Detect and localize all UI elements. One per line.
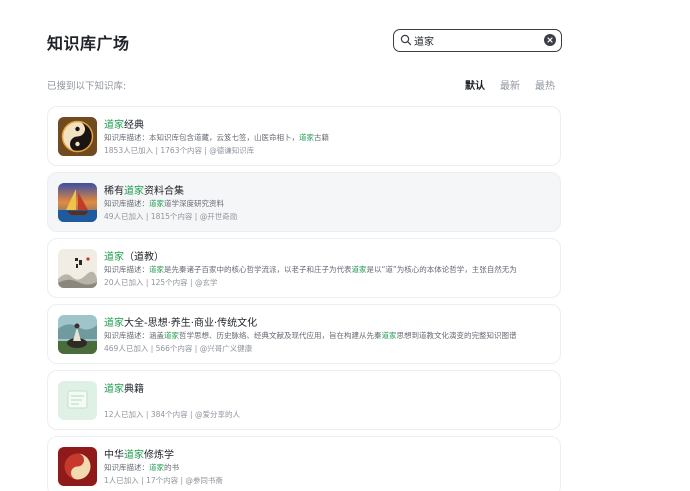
sort-newest[interactable]: 最新	[500, 77, 520, 92]
kb-title: 道家大全-思想·养生·商业·传统文化	[104, 314, 257, 329]
kb-title: 中华道家修炼学	[104, 446, 174, 461]
keyword-highlight: 道家	[351, 265, 367, 274]
kb-description: 知识库描述：本知识库包含道藏，云笈七签，山医命相卜，道家古籍	[104, 132, 329, 143]
sailboat-icon	[58, 183, 97, 222]
text-segment: 古籍	[314, 133, 329, 142]
text-segment: 知识库描述：	[104, 265, 149, 274]
keyword-highlight: 道家	[381, 331, 397, 340]
text-segment: 知识库描述：	[104, 199, 149, 208]
kb-card[interactable]: 道家典籍 12人已加入 | 384个内容 | @爱分享的人	[47, 370, 561, 430]
keyword-highlight: 道家	[164, 331, 179, 340]
text-segment: 知识库描述：涵盖	[104, 331, 164, 340]
text-segment: 的书	[164, 463, 179, 472]
sage-on-ox-icon	[58, 315, 97, 354]
text-segment: 是以“道”为核心的本体论哲学，主张自然无为	[366, 265, 517, 274]
kb-description: 知识库描述：道家道学深度研究资料	[104, 198, 224, 209]
text-segment: 是先秦诸子百家中的核心哲学流派，以老子和庄子为代表	[164, 265, 352, 274]
kb-title: 稀有道家资料合集	[104, 182, 184, 197]
red-taiji-icon	[58, 447, 97, 486]
keyword-highlight: 道家	[149, 463, 164, 472]
knowledge-square-page: 知识库广场 已搜到以下知识库: 默认 最新 最热	[0, 0, 690, 491]
search-input[interactable]	[414, 32, 534, 49]
kb-meta: 469人已加入 | 566个内容 | @兴哥广义健康	[104, 344, 253, 353]
sort-default[interactable]: 默认	[465, 77, 485, 92]
kb-title: 道家经典	[104, 116, 144, 131]
text-segment: 思想到道教文化演变的完整知识图谱	[396, 331, 517, 340]
text-segment: 知识库描述：	[104, 463, 149, 472]
sort-hottest[interactable]: 最热	[535, 77, 555, 92]
text-segment: （道教）	[124, 252, 164, 263]
text-segment: 大全-思想·养生·商业·传统文化	[124, 318, 258, 329]
kb-description: 知识库描述：道家的书	[104, 462, 179, 473]
kb-meta: 20人已加入 | 125个内容 | @玄学	[104, 278, 218, 287]
text-segment: 哲学思想、历史脉络、经典文献及现代应用，旨在构建从先秦	[179, 331, 382, 340]
keyword-highlight: 道家	[149, 265, 164, 274]
text-segment: 稀有	[104, 186, 124, 197]
clear-search-button[interactable]	[544, 34, 556, 46]
default-doc-icon	[58, 381, 97, 420]
kb-title: 道家（道教）	[104, 248, 164, 263]
kb-meta: 1人已加入 | 17个内容 | @参同书斋	[104, 476, 223, 485]
results-summary: 已搜到以下知识库:	[47, 81, 127, 92]
kb-title: 道家典籍	[104, 380, 144, 395]
keyword-highlight: 道家	[299, 133, 314, 142]
kb-meta: 12人已加入 | 384个内容 | @爱分享的人	[104, 410, 240, 419]
keyword-highlight: 道家	[104, 120, 124, 131]
yin-yang-icon	[58, 117, 97, 156]
text-segment: 资料合集	[144, 186, 184, 197]
kb-description: 知识库描述：道家是先秦诸子百家中的核心哲学流派，以老子和庄子为代表道家是以“道”…	[104, 264, 517, 275]
text-segment: 道学深度研究资料	[164, 199, 224, 208]
kb-card[interactable]: 道家（道教） 知识库描述：道家是先秦诸子百家中的核心哲学流派，以老子和庄子为代表…	[47, 238, 561, 298]
ink-painting-icon	[58, 249, 97, 288]
keyword-highlight: 道家	[149, 199, 164, 208]
kb-meta: 1853人已加入 | 1763个内容 | @德谦知识库	[104, 146, 255, 155]
search-box[interactable]	[393, 29, 562, 52]
close-icon	[547, 37, 553, 43]
keyword-highlight: 道家	[124, 186, 144, 197]
text-segment: 修炼学	[144, 450, 174, 461]
kb-card[interactable]: 道家大全-思想·养生·商业·传统文化 知识库描述：涵盖道家哲学思想、历史脉络、经…	[47, 304, 561, 364]
keyword-highlight: 道家	[104, 384, 124, 395]
text-segment: 中华	[104, 450, 124, 461]
text-segment: 经典	[124, 120, 144, 131]
kb-card[interactable]: 中华道家修炼学 知识库描述：道家的书 1人已加入 | 17个内容 | @参同书斋	[47, 436, 561, 491]
text-segment: 典籍	[124, 384, 144, 395]
kb-meta: 49人已加入 | 1815个内容 | @开世奇勋	[104, 212, 238, 221]
keyword-highlight: 道家	[104, 252, 124, 263]
kb-description: 知识库描述：涵盖道家哲学思想、历史脉络、经典文献及现代应用，旨在构建从先秦道家思…	[104, 330, 517, 341]
keyword-highlight: 道家	[124, 450, 144, 461]
search-icon	[400, 34, 412, 46]
text-segment: 知识库描述：本知识库包含道藏，云笈七签，山医命相卜，	[104, 133, 299, 142]
kb-card[interactable]: 道家经典 知识库描述：本知识库包含道藏，云笈七签，山医命相卜，道家古籍 1853…	[47, 106, 561, 166]
kb-card[interactable]: 稀有道家资料合集 知识库描述：道家道学深度研究资料 49人已加入 | 1815个…	[47, 172, 561, 232]
keyword-highlight: 道家	[104, 318, 124, 329]
page-title: 知识库广场	[47, 34, 130, 53]
